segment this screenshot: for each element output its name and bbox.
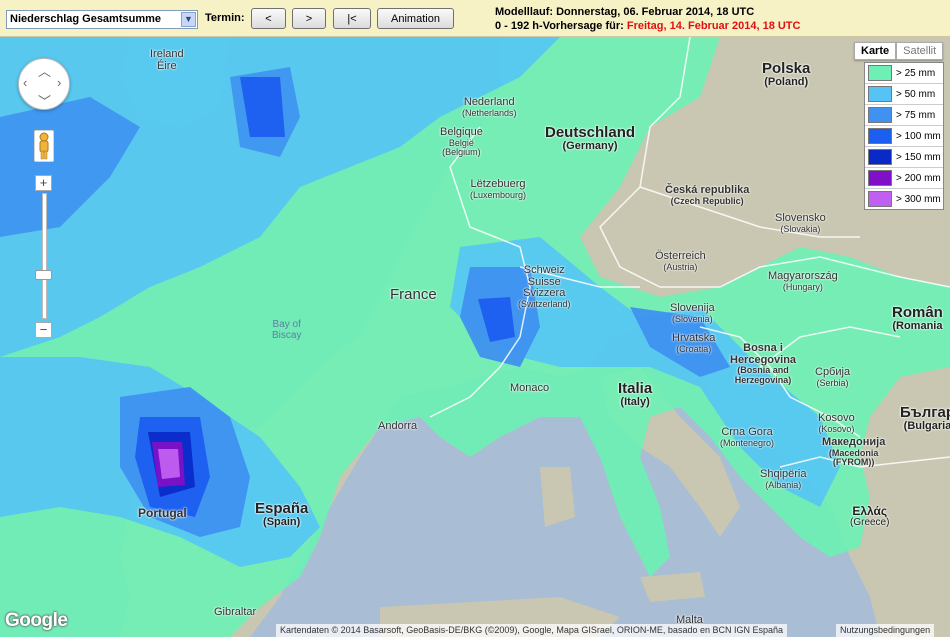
forecast-prefix: 0 - 192 h-Vorhersage für:: [495, 20, 624, 32]
first-button[interactable]: |<: [333, 8, 371, 29]
label-srbija: Србија (Serbia): [815, 366, 851, 388]
label-kosovo: Kosovo (Kosovo): [818, 412, 855, 434]
corsica-sardinia-land: [540, 467, 575, 527]
terms-link[interactable]: Nutzungsbedingungen: [836, 624, 935, 637]
legend-swatch: [868, 107, 892, 123]
label-magyarorszag: Magyarország (Hungary): [768, 270, 838, 292]
label-andorra: Andorra: [378, 420, 418, 432]
product-select-value: Niederschlag Gesamtsumme: [10, 13, 162, 25]
zoom-out-button[interactable]: −: [35, 322, 52, 338]
legend-label: > 300 mm: [896, 193, 941, 205]
toolbar: Niederschlag Gesamtsumme ▼ Termin: < > |…: [0, 0, 950, 37]
label-deutschland: Deutschland (Germany): [545, 124, 636, 152]
label-ireland: Ireland Éire: [150, 48, 184, 72]
map-canvas[interactable]: Ireland Éire Nederland (Netherlands) Belgi…: [0, 37, 950, 637]
label-portugal: Portugal: [138, 506, 187, 520]
zoom-in-button[interactable]: +: [35, 175, 52, 191]
label-polska: Polska (Poland): [762, 60, 811, 88]
legend-swatch: [868, 86, 892, 102]
label-nederland: Nederland (Netherlands): [462, 96, 517, 118]
legend-label: > 100 mm: [896, 130, 941, 142]
label-cesko: Česká republika (Czech Republic): [665, 184, 750, 206]
label-bosna: Bosna i Hercegovina (Bosnia and Herzegovina…: [730, 342, 797, 385]
label-france: France: [390, 286, 437, 303]
prev-button[interactable]: <: [251, 8, 286, 29]
label-shqiperia: Shqipëria (Albania): [760, 468, 807, 490]
termin-label: Termin:: [205, 12, 245, 24]
pan-left-icon[interactable]: ‹: [23, 75, 27, 90]
legend-row: > 200 mm: [865, 168, 943, 189]
pan-up-icon[interactable]: ︿: [38, 61, 51, 80]
map-attribution: Kartendaten © 2014 Basarsoft, GeoBasis-D…: [276, 624, 787, 637]
legend-swatch: [868, 191, 892, 207]
legend-swatch: [868, 128, 892, 144]
legend-swatch: [868, 149, 892, 165]
legend-swatch: [868, 170, 892, 186]
label-crna-gora: Crna Gora (Montenegro): [720, 426, 775, 448]
map-type-satellit[interactable]: Satellit: [896, 42, 944, 60]
label-bulgaria: Българ (Bulgaria: [900, 404, 950, 432]
label-hrvatska: Hrvatska (Croatia): [672, 332, 716, 354]
google-logo[interactable]: Google: [5, 610, 68, 632]
legend-label: > 200 mm: [896, 172, 941, 184]
zoom-slider-knob[interactable]: [35, 270, 52, 280]
legend-swatch: [868, 65, 892, 81]
zoom-slider-track[interactable]: [42, 193, 47, 319]
legend-label: > 25 mm: [896, 67, 936, 79]
label-schweiz: Schweiz Suisse Svizzera (Switzerland): [518, 264, 571, 309]
map-type-karte[interactable]: Karte: [854, 42, 897, 60]
label-belgique: Belgique België (Belgium): [440, 126, 483, 157]
label-romania: Român (Romania: [892, 304, 943, 332]
pan-right-icon[interactable]: ›: [57, 75, 61, 90]
label-italia: Italia (Italy): [618, 380, 653, 408]
product-select[interactable]: Niederschlag Gesamtsumme ▼: [6, 10, 198, 29]
legend: > 25 mm > 50 mm > 75 mm > 100 mm > 150 m…: [864, 62, 944, 210]
label-espana: España (Spain): [255, 500, 309, 528]
label-gibraltar: Gibraltar: [214, 606, 257, 618]
animation-button[interactable]: Animation: [377, 8, 454, 29]
legend-row: > 25 mm: [865, 63, 943, 84]
legend-row: > 300 mm: [865, 189, 943, 209]
forecast-text: 0 - 192 h-Vorhersage für: Freitag, 14. F…: [495, 20, 800, 32]
legend-label: > 150 mm: [896, 151, 941, 163]
label-slovensko: Slovensko (Slovakia): [775, 212, 826, 234]
label-ellas: Ελλάς (Greece): [850, 504, 890, 528]
label-slovenija: Slovenija (Slovenia): [670, 302, 715, 324]
modellauf-text: Modelllauf: Donnerstag, 06. Februar 2014…: [495, 6, 755, 18]
legend-label: > 50 mm: [896, 88, 936, 100]
legend-row: > 50 mm: [865, 84, 943, 105]
legend-row: > 150 mm: [865, 147, 943, 168]
pan-control[interactable]: ︿ ﹀ ‹ ›: [18, 58, 70, 110]
next-button[interactable]: >: [292, 8, 326, 29]
label-makedonija: Македонија (Macedonia (FYROM)): [822, 436, 886, 467]
label-biscay: Bay of Biscay: [272, 319, 302, 341]
legend-row: > 100 mm: [865, 126, 943, 147]
pegman-icon[interactable]: [34, 130, 54, 162]
legend-row: > 75 mm: [865, 105, 943, 126]
chevron-down-icon[interactable]: ▼: [181, 12, 196, 27]
legend-label: > 75 mm: [896, 109, 936, 121]
label-osterreich: Österreich (Austria): [655, 250, 706, 272]
map-type-control: Karte Satellit: [854, 42, 944, 60]
label-monaco: Monaco: [510, 382, 550, 394]
pan-down-icon[interactable]: ﹀: [38, 91, 51, 110]
forecast-date: Freitag, 14. Februar 2014, 18 UTC: [626, 20, 801, 32]
label-letzebuerg: Lëtzebuerg (Luxembourg): [470, 178, 527, 200]
